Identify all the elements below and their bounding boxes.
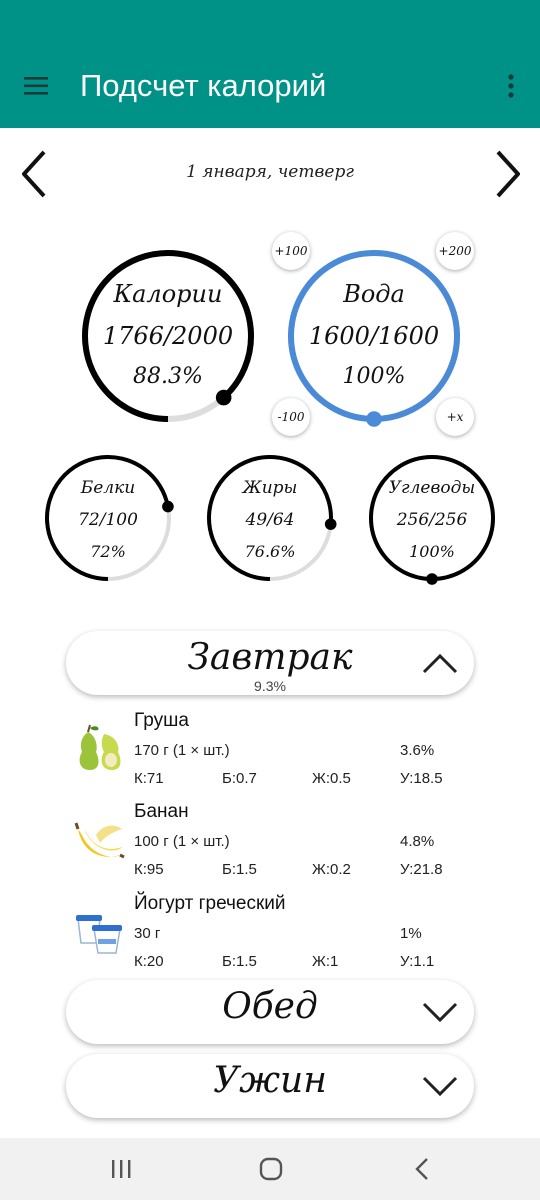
food-fat: Ж:1	[312, 953, 339, 970]
food-quantity: 170 г (1 × шт.)	[134, 742, 230, 759]
dinner-title: Ужин	[213, 1060, 327, 1101]
lunch-section-header[interactable]: Обед	[66, 980, 474, 1044]
carbs-percent: 100%	[409, 542, 455, 561]
carbs-ring[interactable]: Углеводы 256/256 100%	[368, 454, 496, 585]
recent-apps-icon[interactable]	[106, 1156, 136, 1182]
food-kcal: К:71	[134, 770, 164, 787]
carbs-value: 256/256	[396, 510, 468, 530]
protein-label: Белки	[80, 478, 136, 498]
list-item[interactable]: Груша 170 г (1 × шт.) 3.6% К:71 Б:0.7 Ж:…	[0, 710, 540, 796]
food-carbs: У:1.1	[400, 953, 435, 970]
calories-percent: 88.3%	[133, 364, 203, 389]
calories-ring[interactable]: Калории 1766/2000 88.3%	[82, 250, 254, 422]
fat-ring[interactable]: Жиры 49/64 76.6%	[206, 454, 337, 582]
food-kcal: К:20	[134, 953, 164, 970]
more-options-icon[interactable]	[496, 70, 526, 102]
food-percent: 1%	[400, 925, 422, 942]
hamburger-menu-icon[interactable]	[18, 72, 54, 100]
water-minus-100-button[interactable]: -100	[272, 398, 310, 436]
food-percent: 3.6%	[400, 742, 435, 759]
food-name: Груша	[134, 710, 189, 731]
chevron-down-icon[interactable]	[420, 994, 460, 1030]
pear-icon	[79, 724, 121, 770]
water-label: Вода	[343, 280, 405, 308]
yogurt-icon	[76, 915, 122, 954]
dinner-section-header[interactable]: Ужин	[66, 1054, 474, 1118]
calories-value: 1766/2000	[102, 322, 234, 350]
food-protein: Б:1.5	[222, 861, 257, 878]
chevron-down-icon[interactable]	[420, 1068, 460, 1104]
list-item[interactable]: Банан 100 г (1 × шт.) 4.8% К:95 Б:1.5 Ж:…	[0, 801, 540, 887]
water-value: 1600/1600	[308, 322, 440, 350]
lunch-title: Обед	[222, 986, 318, 1027]
list-item[interactable]: Йогурт греческий 30 г 1% К:20 Б:1.5 Ж:1 …	[0, 893, 540, 979]
fat-label: Жиры	[242, 478, 298, 498]
water-percent: 100%	[342, 364, 406, 389]
carbs-label: Углеводы	[388, 478, 476, 498]
protein-ring[interactable]: Белки 72/100 72%	[44, 454, 174, 582]
food-kcal: К:95	[134, 861, 164, 878]
water-add-custom-button[interactable]: +x	[436, 398, 474, 436]
current-date: 1 января, четверг	[186, 162, 354, 182]
food-protein: Б:1.5	[222, 953, 257, 970]
water-ring[interactable]: Вода 1600/1600 100%	[288, 250, 460, 427]
date-navigation: 1 января, четверг	[0, 140, 540, 206]
food-quantity: 30 г	[134, 925, 161, 942]
food-percent: 4.8%	[400, 833, 435, 850]
progress-knob	[366, 411, 382, 427]
food-quantity: 100 г (1 × шт.)	[134, 833, 230, 850]
food-fat: Ж:0.2	[312, 861, 351, 878]
chevron-up-icon[interactable]	[420, 645, 460, 681]
fat-value: 49/64	[245, 510, 295, 530]
home-icon[interactable]	[256, 1156, 286, 1182]
food-carbs: У:21.8	[400, 861, 443, 878]
calories-label: Калории	[113, 280, 223, 308]
protein-value: 72/100	[78, 510, 138, 530]
system-navigation-bar	[0, 1138, 540, 1200]
breakfast-title: Завтрак	[187, 637, 353, 678]
next-day-chevron-icon[interactable]	[484, 144, 528, 204]
water-add-100-button[interactable]: +100	[272, 232, 310, 270]
fat-percent: 76.6%	[244, 542, 296, 561]
progress-knob	[215, 389, 232, 406]
food-carbs: У:18.5	[400, 770, 443, 787]
protein-percent: 72%	[90, 542, 126, 561]
banana-icon	[74, 822, 125, 859]
app-title: Подсчет калорий	[80, 68, 327, 103]
food-name: Банан	[134, 801, 189, 822]
breakfast-percent: 9.3%	[254, 678, 286, 694]
back-icon[interactable]	[408, 1156, 438, 1182]
progress-knob	[426, 573, 438, 585]
food-fat: Ж:0.5	[312, 770, 351, 787]
water-add-200-button[interactable]: +200	[436, 232, 474, 270]
app-bar: Подсчет калорий	[0, 0, 540, 128]
food-protein: Б:0.7	[222, 770, 257, 787]
food-name: Йогурт греческий	[134, 893, 286, 914]
